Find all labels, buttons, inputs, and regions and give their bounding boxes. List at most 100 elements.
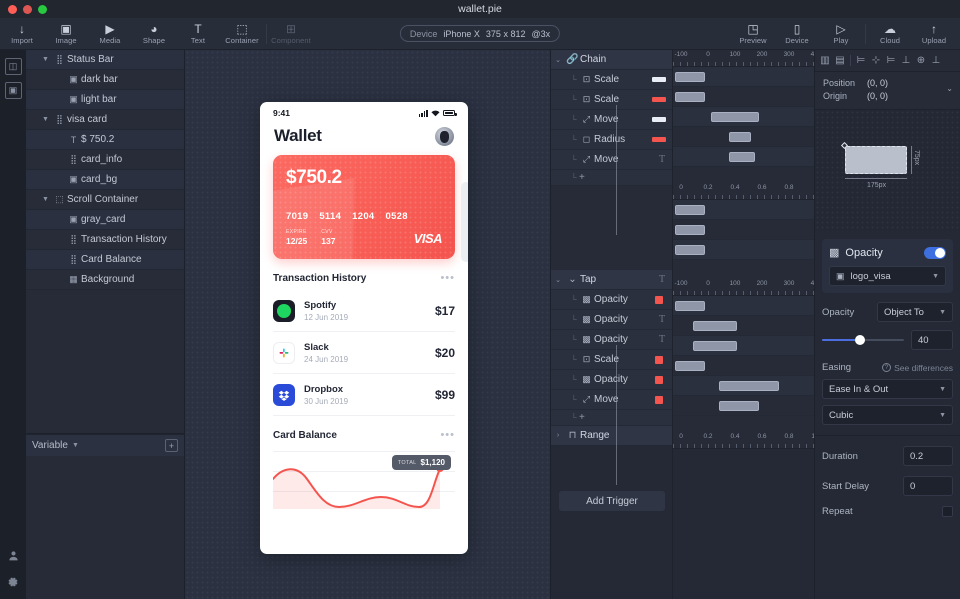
timeline-row-scale[interactable]: └ ⊡ Scale <box>551 90 672 110</box>
align-top-icon[interactable]: ⊥ <box>899 54 913 68</box>
timeline-ruler[interactable]: -100 0 100 200 300 400 <box>673 50 814 67</box>
timeline-row-opacity[interactable]: └ ▩ Opacity <box>551 370 672 390</box>
transaction-row[interactable]: Slack 24 Jun 2019 $20 <box>273 332 455 374</box>
settings-gear-icon[interactable] <box>7 576 19 591</box>
toolbar-upload-button[interactable]: ↑ Upload <box>912 18 956 50</box>
timeline-track[interactable] <box>673 127 814 147</box>
timeline-keyframe-bar[interactable] <box>675 92 705 102</box>
timeline-track[interactable] <box>673 200 814 220</box>
transaction-row[interactable]: Spotify 12 Jun 2019 $17 <box>273 290 455 332</box>
timeline-ruler[interactable]: 0 0.2 0.4 0.6 0.8 <box>673 183 814 200</box>
chevron-down-icon[interactable]: ▼ <box>39 196 52 203</box>
add-variable-button[interactable]: + <box>165 439 178 452</box>
chevron-down-icon[interactable]: ⌄ <box>551 276 565 284</box>
chevron-down-icon[interactable]: ▼ <box>72 442 79 449</box>
toolbar-media-button[interactable]: ▶ Media <box>88 18 132 50</box>
timeline-row-move[interactable]: └ ⤢ Move T <box>551 150 672 170</box>
timeline-row-opacity[interactable]: └ ▩ Opacity T <box>551 310 672 330</box>
timeline-keyframe-bar[interactable] <box>719 381 779 391</box>
chevron-right-icon[interactable]: › <box>551 432 565 439</box>
layer-item-light-bar[interactable]: ▣ light bar <box>26 90 184 110</box>
minimize-window-button[interactable] <box>23 5 32 14</box>
timeline-tracks[interactable]: -100 0 100 200 300 400 0 0.2 0.4 0.6 0.8 -100 0 100 20… <box>673 50 814 599</box>
timeline-keyframe-bar[interactable] <box>711 112 759 122</box>
align-center-horizontal-icon[interactable]: ⊹ <box>869 54 883 68</box>
balance-chart[interactable]: TOTAL $1,120 <box>273 447 455 509</box>
timeline-keyframe-bar[interactable] <box>675 225 705 235</box>
timeline-track[interactable] <box>673 336 814 356</box>
timeline-keyframe-bar[interactable] <box>693 341 737 351</box>
layer-item-card-balance[interactable]: ⣿ Card Balance <box>26 250 184 270</box>
add-trigger-button[interactable]: Add Trigger <box>559 491 665 511</box>
transaction-row[interactable]: Dropbox 30 Jun 2019 $99 <box>273 374 455 416</box>
layer-item-transaction-history[interactable]: ⣿ Transaction History <box>26 230 184 250</box>
timeline-track[interactable] <box>673 396 814 416</box>
timeline-keyframe-bar[interactable] <box>675 245 705 255</box>
timeline-track[interactable] <box>673 147 814 167</box>
opacity-mode-select[interactable]: Object To ▼ <box>877 302 953 322</box>
timeline-track[interactable] <box>673 107 814 127</box>
maximize-window-button[interactable] <box>38 5 47 14</box>
timeline-keyframe-bar[interactable] <box>675 72 705 82</box>
close-window-button[interactable] <box>8 5 17 14</box>
toggle-left-panel-button[interactable]: ◫ <box>4 58 22 75</box>
timeline-ruler[interactable]: 0 0.2 0.4 0.6 0.8 1.0 <box>673 432 814 449</box>
start-delay-input[interactable]: 0 <box>903 476 953 496</box>
toolbar-image-button[interactable]: ▣ Image <box>44 18 88 50</box>
align-bottom-icon[interactable]: ⊥ <box>929 54 943 68</box>
timeline-row-scale[interactable]: └ ⊡ Scale <box>551 70 672 90</box>
timeline-group-chain[interactable]: ⌄ 🔗 Chain <box>551 50 672 70</box>
timeline-group-tap[interactable]: ⌄ ⌄ Tap T <box>551 270 672 290</box>
easing-curve-select[interactable]: Cubic ▼ <box>822 405 953 425</box>
opacity-value-input[interactable]: 40 <box>911 330 953 350</box>
layer-item-dark-bar[interactable]: ▣ dark bar <box>26 70 184 90</box>
timeline-row-opacity[interactable]: └ ▩ Opacity <box>551 290 672 310</box>
timeline-group-range[interactable]: › ⊓ Range <box>551 426 672 446</box>
timeline-row-scale[interactable]: └ ⊡ Scale <box>551 350 672 370</box>
timeline-ruler[interactable]: -100 0 100 200 300 400 <box>673 279 814 296</box>
timeline-track[interactable] <box>673 220 814 240</box>
phone-mockup[interactable]: 9:41 Wallet $750.2 7019 5114 1204 0528 E… <box>260 102 468 554</box>
align-right-icon[interactable]: ⊨ <box>884 54 898 68</box>
layer-item-status-bar[interactable]: ▼ ⣿ Status Bar <box>26 50 184 70</box>
toggle-inspector-button[interactable]: ▣ <box>4 82 22 99</box>
timeline-keyframe-bar[interactable] <box>675 205 705 215</box>
variable-section-header[interactable]: Variable ▼ + <box>26 434 184 456</box>
window-controls[interactable] <box>8 5 47 14</box>
opacity-enable-toggle[interactable] <box>924 246 946 259</box>
timeline-row-opacity[interactable]: └ ▩ Opacity T <box>551 330 672 350</box>
timeline-add-property-button[interactable]: └ + <box>551 410 672 426</box>
toolbar-preview-button[interactable]: ◳ Preview <box>731 18 775 50</box>
duration-input[interactable]: 0.2 <box>903 446 953 466</box>
timeline-add-property-button[interactable]: └ + <box>551 170 672 186</box>
timeline-playhead[interactable] <box>616 105 617 235</box>
slider-knob[interactable] <box>854 335 865 345</box>
timeline-track[interactable] <box>673 87 814 107</box>
toolbar-shape-button[interactable]: ◕ Shape <box>132 18 176 50</box>
account-icon[interactable] <box>8 550 19 564</box>
layer-item-card-bg[interactable]: ▣ card_bg <box>26 170 184 190</box>
layer-item-background[interactable]: ▦ Background <box>26 270 184 290</box>
chevron-down-icon[interactable]: ▼ <box>39 56 52 63</box>
canvas-area[interactable]: 9:41 Wallet $750.2 7019 5114 1204 0528 E… <box>185 50 550 599</box>
easing-type-select[interactable]: Ease In & Out ▼ <box>822 379 953 399</box>
origin-value[interactable]: (0, 0) <box>867 90 888 103</box>
timeline-row-radius[interactable]: └ ◻ Radius <box>551 130 672 150</box>
align-distribute-vertical-icon[interactable]: ▤ <box>833 54 847 68</box>
timeline-track[interactable] <box>673 316 814 336</box>
timeline-keyframe-bar[interactable] <box>693 321 737 331</box>
toolbar-device-button[interactable]: ▯ Device <box>775 18 819 50</box>
see-differences-link[interactable]: ? See differences <box>882 363 953 373</box>
opacity-slider[interactable] <box>822 334 904 346</box>
timeline-row-move[interactable]: └ ⤢ Move <box>551 110 672 130</box>
chevron-down-icon[interactable]: ⌄ <box>551 56 565 64</box>
visa-card[interactable]: $750.2 7019 5114 1204 0528 EXPIRE 12/25 CVV… <box>273 155 455 259</box>
repeat-checkbox[interactable] <box>942 506 953 517</box>
balance-menu-icon[interactable]: ••• <box>440 429 455 441</box>
align-left-icon[interactable]: ⊨ <box>854 54 868 68</box>
align-distribute-horizontal-icon[interactable]: ▥ <box>818 54 832 68</box>
transaction-menu-icon[interactable]: ••• <box>440 272 455 284</box>
avatar[interactable] <box>435 126 454 146</box>
layer-item-scroll-container[interactable]: ▼ ⬚ Scroll Container <box>26 190 184 210</box>
layer-item-750-2[interactable]: T $ 750.2 <box>26 130 184 150</box>
